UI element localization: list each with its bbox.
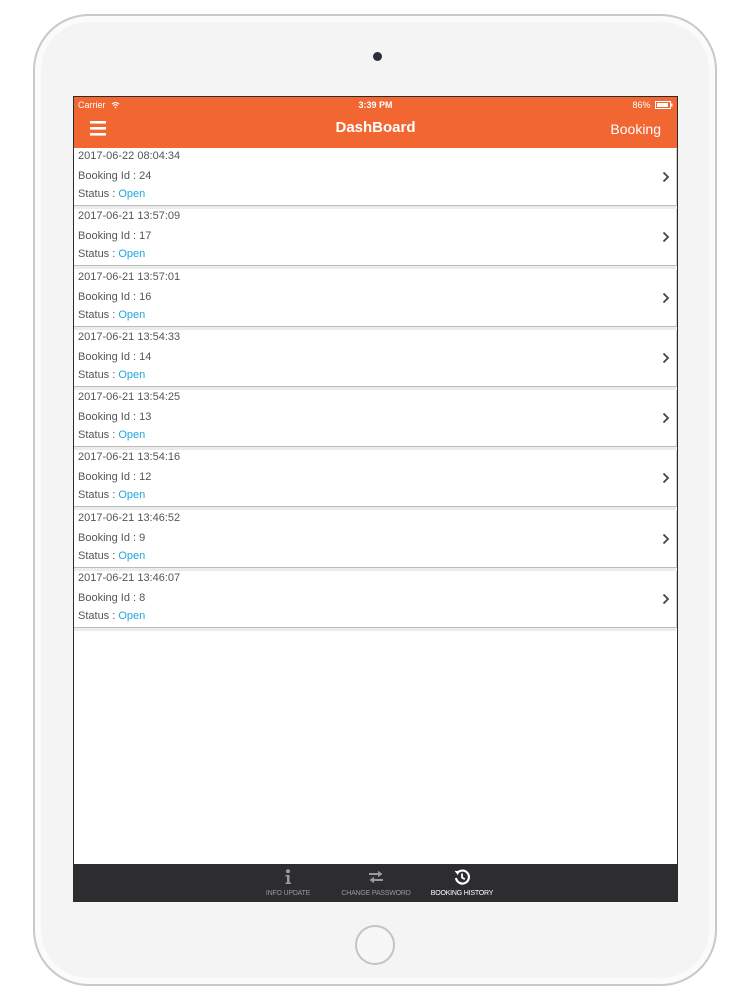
status-value: Open [118,188,146,200]
booking-row[interactable]: 2017-06-21 13:57:01 Booking Id : 16 Status… [74,269,677,330]
booking-status: Status : Open [78,188,145,200]
booking-date: 2017-06-21 13:57:09 [78,210,181,223]
booking-id: Booking Id : 9 [78,531,146,544]
booking-status: Status : Open [78,309,145,321]
booking-button[interactable]: Booking [610,113,661,146]
chevron-right-icon [662,171,670,183]
status-label: Status : [78,368,119,381]
booking-row[interactable]: 2017-06-21 13:46:07 Booking Id : 8 Status … [74,571,677,632]
status-value: Open [118,489,146,502]
booking-status: Status : Open [78,610,145,622]
status-label: Status : [78,549,119,562]
booking-id: Booking Id : 13 [78,411,152,424]
tab-label: BOOKING HISTORY [430,890,494,897]
tab-bar: INFO UPDATE CHANGE PASSWORD BOOKING HIST… [74,864,677,901]
app-header: Carrier 3:39 PM 86% DashBoard Booking [74,97,677,148]
booking-status: Status : Open [78,369,145,381]
status-label: Status : [78,308,119,321]
booking-status: Status : Open [78,429,145,441]
tab-label: CHANGE PASSWORD [341,890,411,897]
status-label: Status : [78,610,119,623]
status-value: Open [118,549,146,562]
booking-date: 2017-06-21 13:54:25 [78,391,181,404]
status-value: Open [118,429,146,442]
booking-id: Booking Id : 14 [78,350,152,363]
booking-date: 2017-06-21 13:46:52 [78,511,181,524]
chevron-right-icon [662,292,670,303]
booking-id: Booking Id : 17 [78,230,152,243]
booking-row[interactable]: 2017-06-21 13:54:33 Booking Id : 14 Status… [74,329,677,390]
status-bar: Carrier 3:39 PM 86% [74,97,677,113]
tab-booking-history[interactable]: BOOKING HISTORY [420,864,504,901]
status-value: Open [118,248,146,261]
navigation-bar: DashBoard Booking [74,113,677,148]
booking-id: Booking Id : 24 [78,170,152,182]
chevron-right-icon [662,473,670,484]
chevron-right-icon [662,352,670,364]
battery-percent: 86% [632,100,651,110]
booking-id: Booking Id : 8 [78,592,146,605]
info-icon [285,869,291,884]
booking-list: 2017-06-22 08:04:34 Booking Id : 24 Status… [74,149,677,632]
booking-row[interactable]: 2017-06-21 13:57:09 Booking Id : 17 Status… [74,209,677,270]
booking-date: 2017-06-21 13:54:16 [78,451,181,464]
status-label: Status : [78,188,119,200]
booking-status: Status : Open [78,248,145,260]
booking-row[interactable]: 2017-06-22 08:04:34 Booking Id : 24 Status… [74,149,677,209]
status-label: Status : [78,489,119,502]
status-label: Status : [78,248,119,261]
booking-date: 2017-06-21 13:54:33 [78,330,181,343]
status-value: Open [118,308,146,321]
swap-arrows-icon [369,870,383,884]
status-value: Open [118,368,146,381]
home-button[interactable] [355,925,395,965]
history-icon [454,869,471,885]
status-value: Open [118,610,146,623]
booking-row[interactable]: 2017-06-21 13:54:16 Booking Id : 12 Status… [74,450,677,511]
booking-status: Status : Open [78,550,145,562]
page-title: DashBoard [335,119,416,136]
booking-status: Status : Open [78,489,145,501]
chevron-right-icon [662,232,670,243]
booking-id: Booking Id : 12 [78,471,152,484]
booking-row[interactable]: 2017-06-21 13:46:52 Booking Id : 9 Status … [74,510,677,571]
tab-change-password[interactable]: CHANGE PASSWORD [334,864,418,901]
chevron-right-icon [662,533,670,544]
app-screen: Carrier 3:39 PM 86% DashBoard Booking 20… [73,96,678,902]
battery-icon [655,101,673,109]
status-battery: 86% [632,97,673,113]
tab-label: INFO UPDATE [265,890,311,897]
booking-id: Booking Id : 16 [78,290,152,303]
tab-info-update[interactable]: INFO UPDATE [246,864,330,901]
booking-row[interactable]: 2017-06-21 13:54:25 Booking Id : 13 Status… [74,390,677,451]
booking-date: 2017-06-22 08:04:34 [78,150,181,162]
status-label: Status : [78,429,119,442]
booking-date: 2017-06-21 13:46:07 [78,572,181,585]
status-time: 3:39 PM [358,100,393,110]
booking-date: 2017-06-21 13:57:01 [78,270,181,283]
camera-dot [373,52,382,61]
chevron-right-icon [662,593,670,605]
chevron-right-icon [662,413,670,424]
